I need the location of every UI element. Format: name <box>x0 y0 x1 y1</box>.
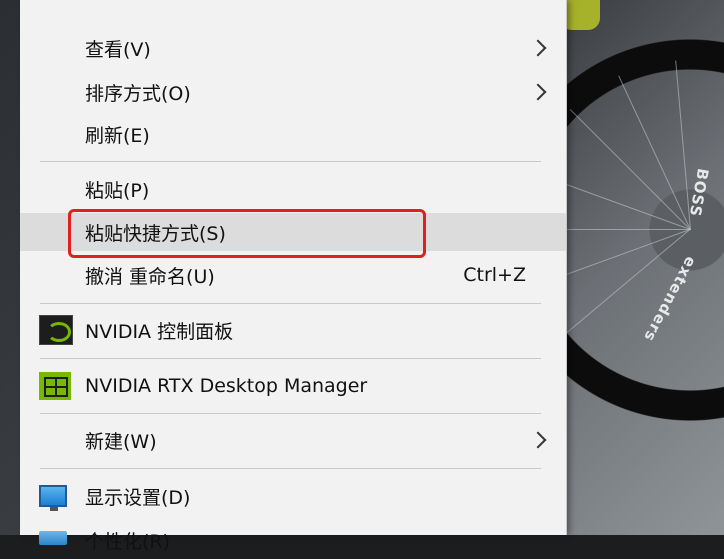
menu-item-shortcut: Ctrl+Z <box>463 264 526 286</box>
menu-item-label: 排序方式(O) <box>85 82 191 105</box>
menu-separator <box>40 161 541 162</box>
menu-item-label: 个性化(R) <box>85 530 171 553</box>
menu-separator <box>40 358 541 359</box>
menu-item-label: 粘贴(P) <box>85 179 150 202</box>
menu-item-view[interactable]: 查看(V) <box>20 29 566 67</box>
menu-separator <box>40 303 541 304</box>
chevron-right-icon <box>529 431 547 449</box>
red-highlight-annotation <box>68 209 426 258</box>
nvidia-rtx-icon <box>39 372 71 400</box>
menu-item-nvidia-rtx-desktop-manager[interactable]: NVIDIA RTX Desktop Manager <box>20 367 566 405</box>
menu-item-personalize[interactable]: 个性化(R) <box>20 521 566 559</box>
menu-item-label: NVIDIA RTX Desktop Manager <box>85 375 368 397</box>
menu-item-label: 查看(V) <box>85 38 151 61</box>
display-settings-icon <box>39 485 67 511</box>
tire-model-text: extenders <box>639 253 700 346</box>
chevron-right-icon <box>529 83 547 101</box>
nvidia-icon <box>39 315 73 345</box>
menu-item-paste[interactable]: 粘贴(P) <box>20 170 566 208</box>
menu-item-label: 撤消 重命名(U) <box>85 265 215 288</box>
tire-brand-text: BOSS <box>685 166 712 219</box>
menu-separator <box>40 468 541 469</box>
chevron-right-icon <box>529 39 547 57</box>
menu-item-refresh[interactable]: 刷新(E) <box>20 115 566 153</box>
menu-item-label: 刷新(E) <box>85 124 150 147</box>
menu-item-new[interactable]: 新建(W) <box>20 421 566 459</box>
menu-item-sort-by[interactable]: 排序方式(O) <box>20 73 566 111</box>
personalize-icon <box>39 531 67 545</box>
menu-item-nvidia-control-panel[interactable]: NVIDIA 控制面板 <box>20 311 566 349</box>
menu-item-label: 显示设置(D) <box>85 486 191 509</box>
menu-item-display-settings[interactable]: 显示设置(D) <box>20 477 566 515</box>
desktop-context-menu: 查看(V) 排序方式(O) 刷新(E) 粘贴(P) 粘贴快捷方式(S) 撤消 重… <box>20 0 567 553</box>
menu-item-label: NVIDIA 控制面板 <box>85 320 234 343</box>
menu-separator <box>40 413 541 414</box>
menu-item-undo-rename[interactable]: 撤消 重命名(U) Ctrl+Z <box>20 256 566 294</box>
menu-item-label: 新建(W) <box>85 430 157 453</box>
